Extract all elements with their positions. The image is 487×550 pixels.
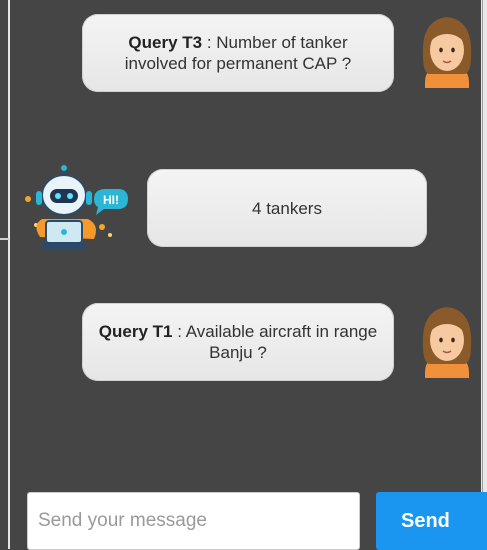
message-text: 4 tankers — [252, 198, 322, 218]
robot-assistant-icon: HI! — [25, 165, 128, 249]
query-label: Query T3 — [128, 33, 203, 52]
query-label: Query T1 — [98, 322, 173, 341]
query-separator: : — [172, 322, 186, 341]
user-avatar-icon — [422, 17, 472, 88]
message-composer: Send — [0, 492, 487, 550]
divider-line — [8, 0, 10, 549]
message-content: Query T3 : Number of tanker involved for… — [96, 32, 380, 74]
user-message-bubble: Query T1 : Available aircraft in range B… — [82, 303, 394, 381]
scrollbar-edge — [482, 0, 483, 549]
send-button[interactable]: Send — [376, 492, 487, 550]
query-separator: : — [202, 33, 217, 52]
bot-message-bubble: 4 tankers — [147, 169, 427, 247]
bot-greeting-badge: HI! — [103, 193, 119, 207]
message-text: Available aircraft in range Banju ? — [185, 322, 378, 362]
message-content: Query T1 : Available aircraft in range B… — [96, 321, 380, 363]
user-message-bubble: Query T3 : Number of tanker involved for… — [82, 14, 394, 92]
left-divider — [0, 0, 12, 549]
divider-tick — [0, 238, 9, 240]
user-avatar-icon — [422, 307, 472, 378]
scrollbar-track[interactable] — [481, 0, 487, 549]
message-input[interactable] — [27, 492, 360, 550]
